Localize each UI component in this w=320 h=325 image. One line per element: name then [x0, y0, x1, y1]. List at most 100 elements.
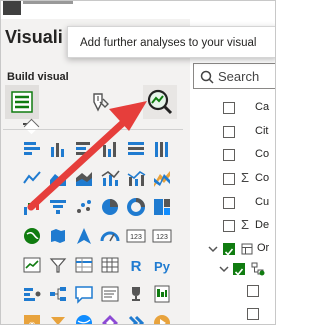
search-box[interactable]: Search	[193, 63, 275, 89]
field-row[interactable]: Co	[207, 147, 275, 165]
r-label: R	[131, 258, 142, 275]
donut-chart-icon[interactable]	[126, 197, 146, 217]
build-visual-label: Build visual	[7, 71, 69, 83]
line-chart-icon[interactable]	[22, 168, 42, 188]
field-label: Cu	[255, 196, 270, 208]
field-checkbox[interactable]	[223, 243, 235, 256]
field-checkbox[interactable]	[223, 126, 235, 138]
python-visual-icon[interactable]: Py	[152, 255, 172, 275]
search-icon	[200, 70, 214, 84]
checkmark-icon	[234, 268, 244, 276]
field-label: Co	[255, 148, 270, 160]
analytics-button[interactable]	[143, 85, 177, 119]
field-checkbox[interactable]	[247, 285, 259, 297]
field-row[interactable]: Cu	[207, 195, 275, 213]
checkmark-icon	[224, 248, 234, 256]
field-row-child[interactable]	[207, 283, 275, 301]
100-stacked-column-icon[interactable]	[152, 139, 172, 159]
clustered-bar-chart-icon[interactable]	[74, 139, 94, 159]
pane-title: Visuali	[5, 27, 63, 47]
r-script-visual-icon[interactable]: R	[126, 255, 146, 275]
field-label: Cit	[255, 125, 269, 137]
line-and-column-chart-icon[interactable]	[100, 168, 120, 188]
kpi-icon[interactable]	[22, 255, 42, 275]
field-row[interactable]: Or	[207, 241, 275, 259]
decomposition-tree-icon[interactable]	[48, 284, 68, 304]
chevron-down-icon[interactable]	[208, 244, 218, 254]
chevron-down-icon[interactable]	[219, 264, 229, 274]
window-edge	[3, 1, 21, 15]
field-checkbox[interactable]	[223, 149, 235, 161]
line-and-clustered-column-icon[interactable]	[126, 168, 146, 188]
azure-map-icon[interactable]	[74, 226, 94, 246]
slicer-icon[interactable]	[48, 255, 68, 275]
card-icon[interactable]: 123	[126, 226, 146, 246]
search-placeholder: Search	[218, 69, 260, 84]
hierarchy-icon	[251, 262, 265, 276]
field-row[interactable]: Cit	[207, 124, 275, 142]
ribbon-chart-icon[interactable]	[152, 168, 172, 188]
multi-row-card-icon[interactable]: 123	[152, 226, 172, 246]
field-row-child[interactable]	[207, 261, 275, 279]
py-label: Py	[154, 259, 171, 274]
field-checkbox[interactable]	[233, 263, 245, 276]
pane-divider	[3, 129, 183, 130]
power-automate-flow-icon[interactable]	[100, 313, 120, 325]
field-checkbox[interactable]	[223, 173, 235, 185]
field-checkbox[interactable]	[223, 102, 235, 114]
area-chart-icon[interactable]	[48, 168, 68, 188]
stacked-column-chart-icon[interactable]	[48, 139, 68, 159]
stacked-bar-chart-icon[interactable]	[22, 139, 42, 159]
field-checkbox[interactable]	[223, 197, 235, 209]
multi-row-card-label: 123	[156, 234, 168, 241]
arcgis-globe-icon[interactable]	[74, 313, 94, 325]
build-visual-icon	[11, 91, 33, 113]
power-automate-icon[interactable]	[48, 313, 68, 325]
sigma-icon: Σ	[241, 170, 250, 185]
goals-trophy-icon[interactable]	[126, 284, 146, 304]
pane-caret	[23, 118, 40, 135]
field-row[interactable]: Ca	[207, 100, 275, 118]
clustered-column-chart-icon[interactable]	[100, 139, 120, 159]
field-label: Co	[255, 172, 270, 184]
table-icon[interactable]	[74, 255, 94, 275]
window-cap	[23, 1, 73, 4]
analytics-magnifier-icon	[147, 89, 173, 115]
field-label: Or	[257, 242, 270, 254]
key-influencers-icon[interactable]	[22, 284, 42, 304]
visualizations-pane-window: Visuali Build visual 123 123 R Py ◉ Sear…	[0, 0, 276, 325]
svg-text:◉: ◉	[29, 320, 36, 325]
card-label: 123	[130, 234, 142, 241]
paintbrush-icon	[93, 93, 109, 112]
qna-icon[interactable]	[74, 284, 94, 304]
funnel-chart-icon[interactable]	[48, 197, 68, 217]
build-visual-button[interactable]	[5, 85, 39, 119]
visualizations-pane: Visuali Build visual 123 123 R Py ◉	[1, 19, 191, 325]
smart-narrative-icon[interactable]	[100, 284, 120, 304]
table-icon	[241, 243, 253, 255]
paginated-report-icon[interactable]	[152, 284, 172, 304]
map-icon[interactable]	[22, 226, 42, 246]
field-label: Ca	[255, 101, 270, 113]
treemap-icon[interactable]	[152, 197, 172, 217]
field-label: De	[255, 219, 270, 231]
top-strip	[1, 1, 275, 19]
waterfall-chart-icon[interactable]	[22, 197, 42, 217]
field-checkbox[interactable]	[247, 308, 259, 320]
sigma-icon: Σ	[241, 217, 250, 232]
filled-map-icon[interactable]	[48, 226, 68, 246]
chevron-visual-icon[interactable]	[126, 313, 146, 325]
format-visual-button[interactable]	[83, 85, 117, 119]
100-stacked-bar-icon[interactable]	[126, 139, 146, 159]
play-axis-icon[interactable]	[152, 313, 172, 325]
field-checkbox[interactable]	[223, 220, 235, 232]
power-apps-icon[interactable]: ◉	[22, 313, 42, 325]
pie-chart-icon[interactable]	[100, 197, 120, 217]
field-row[interactable]: Σ De	[207, 217, 275, 236]
scatter-chart-icon[interactable]	[74, 197, 94, 217]
stacked-area-chart-icon[interactable]	[74, 168, 94, 188]
gauge-icon[interactable]	[100, 226, 120, 246]
field-row-child[interactable]	[207, 306, 275, 324]
field-row[interactable]: Σ Co	[207, 170, 275, 189]
matrix-icon[interactable]	[100, 255, 120, 275]
